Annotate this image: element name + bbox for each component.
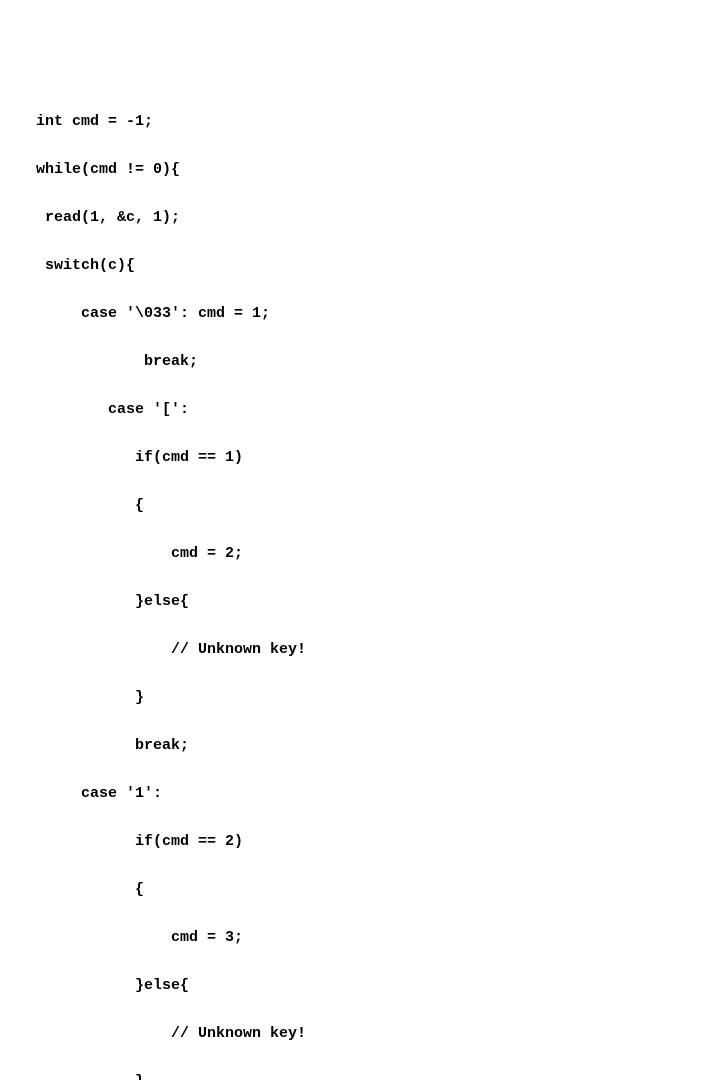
code-line: { — [36, 878, 720, 902]
code-line: // Unknown key! — [36, 1022, 720, 1046]
code-line: { — [36, 494, 720, 518]
code-line: int cmd = -1; — [36, 110, 720, 134]
code-line: break; — [36, 734, 720, 758]
code-line: if(cmd == 1) — [36, 446, 720, 470]
code-line: while(cmd != 0){ — [36, 158, 720, 182]
code-line: switch(c){ — [36, 254, 720, 278]
code-line: case '\033': cmd = 1; — [36, 302, 720, 326]
code-line: // Unknown key! — [36, 638, 720, 662]
code-line: } — [36, 1070, 720, 1080]
code-line: }else{ — [36, 590, 720, 614]
code-line: } — [36, 686, 720, 710]
code-line: if(cmd == 2) — [36, 830, 720, 854]
code-line: case '1': — [36, 782, 720, 806]
code-line: cmd = 2; — [36, 542, 720, 566]
code-line: }else{ — [36, 974, 720, 998]
code-line: break; — [36, 350, 720, 374]
code-line: case '[': — [36, 398, 720, 422]
code-line: read(1, &c, 1); — [36, 206, 720, 230]
code-line: cmd = 3; — [36, 926, 720, 950]
